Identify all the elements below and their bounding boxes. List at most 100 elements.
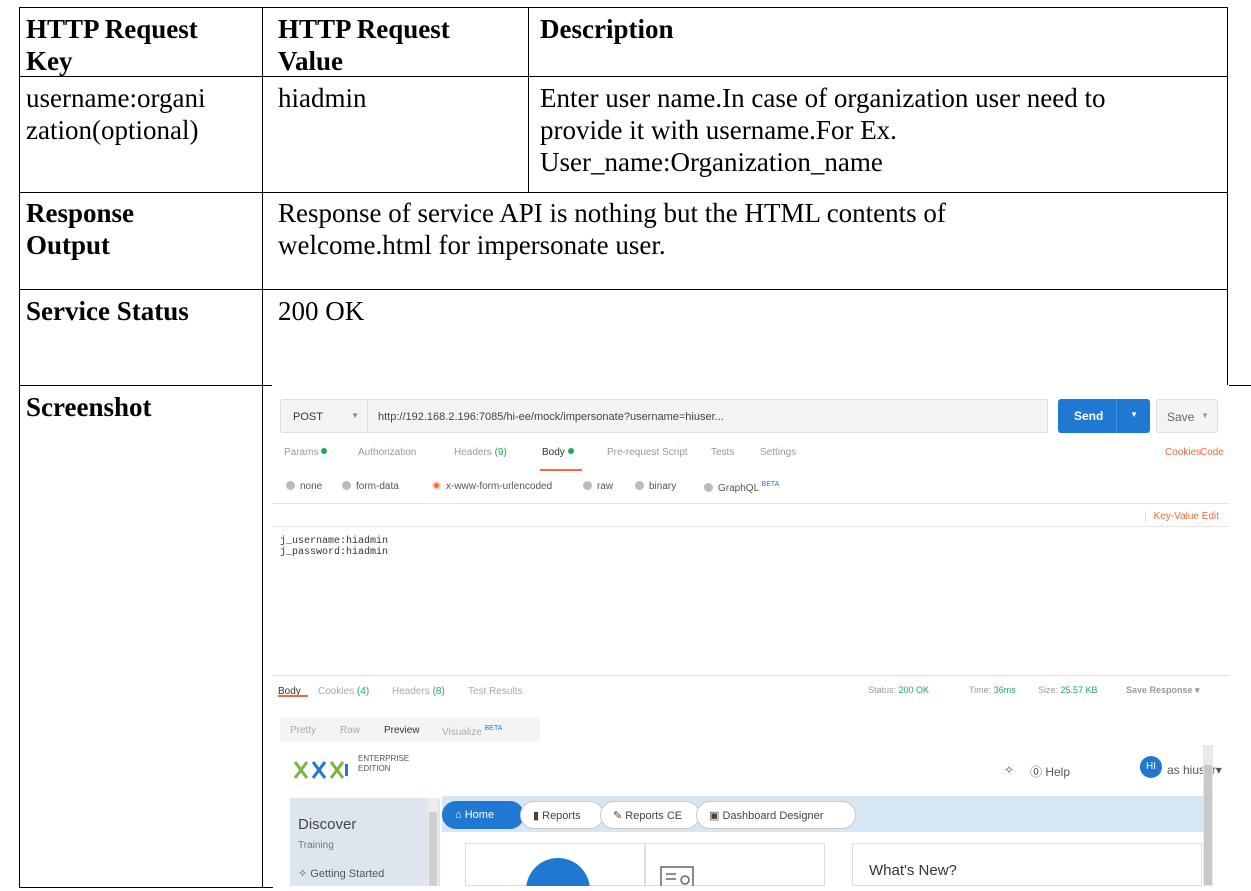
help-link[interactable]: ⓪ Help — [1030, 763, 1070, 780]
request-url-row: POST ▼ http://192.168.2.196:7085/hi-ee/m… — [280, 399, 1220, 433]
url-input[interactable]: http://192.168.2.196:7085/hi-ee/mock/imp… — [368, 399, 1048, 433]
save-button[interactable]: Save ▼ — [1156, 399, 1218, 433]
status-label: Status: — [868, 685, 897, 695]
row-key-cell: username:organi zation(optional) — [26, 82, 205, 146]
discover-heading: Discover — [298, 816, 357, 833]
save-response-button[interactable]: Save Response ▾ — [1126, 685, 1200, 696]
tab-body[interactable]: Body — [542, 447, 574, 458]
header-description: Description — [540, 14, 674, 44]
service-status-value: 200 OK — [278, 296, 365, 326]
size-label: Size: — [1038, 685, 1059, 695]
table-border-bottom — [19, 887, 273, 888]
send-button[interactable]: Send ▼ — [1058, 399, 1150, 433]
beta-badge: BETA — [761, 481, 780, 488]
row-key-line2: zation(optional) — [26, 115, 199, 145]
nav-dashboard-designer[interactable]: ▣ Dashboard Designer — [696, 801, 856, 829]
method-select[interactable]: POST ▼ — [280, 399, 368, 433]
body-editor[interactable]: j_username:hiadmin j_password:hiadmin — [280, 536, 388, 558]
tab-pre-request-script[interactable]: Pre-request Script — [607, 447, 688, 458]
response-text-line1: Response of service API is nothing but t… — [278, 198, 946, 228]
nav-reports[interactable]: ▮ Reports — [520, 801, 604, 829]
active-tab-indicator — [540, 469, 582, 471]
nav-reports-ce-label: Reports CE — [625, 810, 683, 822]
bulb-icon[interactable]: ✧ — [1004, 763, 1014, 777]
response-label-line2: Output — [26, 230, 111, 260]
training-label: Training — [298, 840, 334, 851]
tab-response-headers-count: (8) — [432, 686, 445, 697]
tab-response-headers-label: Headers — [392, 686, 430, 697]
tab-headers[interactable]: Headers (9) — [454, 447, 507, 458]
chevron-down-icon: ▼ — [351, 411, 359, 420]
getting-started-link[interactable]: ✧ Getting Started — [298, 867, 384, 880]
tab-raw[interactable]: Raw — [340, 725, 360, 736]
radio-urlencoded[interactable]: x-www-form-urlencoded — [432, 481, 552, 492]
radio-none[interactable]: none — [286, 481, 322, 492]
row-description-line1: Enter user name.In case of organization … — [540, 83, 1106, 113]
key-value-edit-link[interactable]: Key-Value Edit — [1144, 511, 1219, 522]
tab-preview[interactable]: Preview — [384, 725, 420, 736]
header-cell-key: HTTP Request Key — [26, 13, 198, 77]
time-value: 36ms — [993, 685, 1016, 695]
nav-reports-ce[interactable]: ✎ Reports CE — [600, 801, 700, 829]
header-value-line1: HTTP Request — [278, 14, 450, 44]
radio-form-data-label: form-data — [356, 481, 399, 492]
radio-icon — [342, 481, 351, 490]
scrollbar-thumb[interactable] — [1204, 765, 1212, 885]
tab-settings[interactable]: Settings — [760, 447, 796, 458]
code-link[interactable]: Code — [1200, 447, 1224, 458]
getting-started-label: Getting Started — [310, 868, 385, 880]
radio-raw[interactable]: raw — [583, 481, 613, 492]
tab-params[interactable]: Params — [284, 447, 328, 458]
table-column-divider — [262, 7, 263, 888]
nav-reports-label: Reports — [542, 810, 581, 822]
nav-bar: ⌂ Home ▮ Reports ✎ Reports CE ▣ Dashboar… — [442, 796, 1204, 832]
body-type-radios: none form-data x-www-form-urlencoded raw… — [286, 481, 1186, 501]
pencil-icon: ✎ — [613, 810, 623, 822]
tab-response-cookies[interactable]: Cookies (4) — [318, 686, 369, 697]
tab-tests[interactable]: Tests — [711, 447, 734, 458]
tab-headers-count: (9) — [494, 447, 507, 458]
row-description-line3: User_name:Organization_name — [540, 147, 883, 177]
home-icon: ⌂ — [455, 809, 462, 821]
save-response-label: Save Response — [1126, 685, 1193, 695]
response-time: Time: 36ms — [969, 685, 1016, 695]
chevron-down-icon[interactable]: ▼ — [1201, 411, 1209, 420]
edition-line2: EDITION — [358, 764, 391, 773]
header-key-line1: HTTP Request — [26, 14, 198, 44]
tab-body-label: Body — [542, 447, 565, 458]
response-output-text: Response of service API is nothing but t… — [278, 197, 946, 261]
body-line: j_password:hiadmin — [280, 547, 389, 558]
tab-visualize[interactable]: Visualize BETA — [442, 725, 502, 738]
report-icon — [660, 866, 694, 886]
tab-authorization[interactable]: Authorization — [358, 447, 416, 458]
radio-icon — [704, 483, 713, 492]
profile-circle — [526, 858, 590, 886]
profile-card — [465, 843, 645, 886]
user-menu[interactable]: as hiuser▾ — [1167, 763, 1222, 777]
response-label-line1: Response — [26, 198, 135, 228]
chevron-down-icon[interactable]: ▼ — [1130, 410, 1138, 419]
nav-home[interactable]: ⌂ Home — [442, 801, 524, 829]
avatar[interactable]: HI — [1140, 756, 1162, 778]
body-toolbar: Key-Value Edit — [272, 503, 1229, 527]
radio-binary[interactable]: binary — [635, 481, 676, 492]
bar-chart-icon: ▮ — [533, 810, 540, 822]
send-label: Send — [1074, 409, 1104, 423]
radio-selected-icon — [432, 481, 441, 490]
cookies-link[interactable]: Cookies — [1165, 447, 1201, 458]
tab-pretty[interactable]: Pretty — [290, 725, 316, 736]
radio-urlencoded-label: x-www-form-urlencoded — [446, 481, 553, 492]
radio-form-data[interactable]: form-data — [342, 481, 399, 492]
side-scrollbar[interactable] — [428, 798, 438, 886]
whats-new-heading: What's New? — [869, 862, 957, 879]
response-tab-indicator — [278, 695, 308, 697]
dashboard-icon: ▣ — [709, 810, 720, 822]
tab-test-results[interactable]: Test Results — [468, 686, 522, 697]
radio-none-label: none — [300, 481, 323, 492]
radio-graphql[interactable]: GraphQL BETA — [704, 481, 779, 494]
nav-dashboard-designer-label: Dashboard Designer — [722, 810, 824, 822]
preview-scrollbar[interactable] — [1203, 745, 1213, 886]
helical-insight-logo — [293, 761, 348, 779]
tab-response-headers[interactable]: Headers (8) — [392, 686, 445, 697]
scrollbar-thumb[interactable] — [429, 812, 437, 886]
